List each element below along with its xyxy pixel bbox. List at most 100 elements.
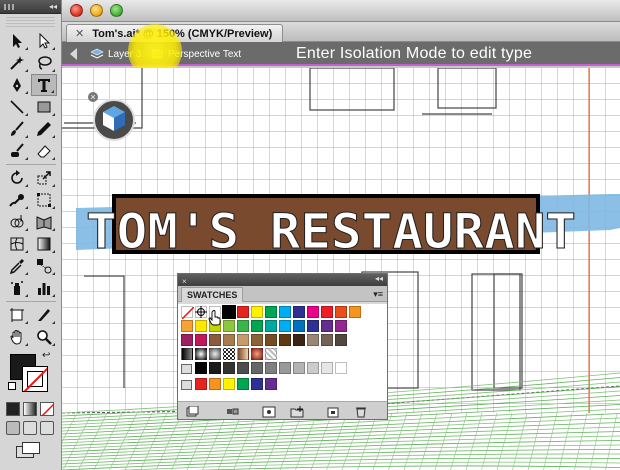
window-titlebar[interactable] <box>62 0 620 22</box>
color-swatch[interactable] <box>223 334 235 346</box>
group-swatch[interactable] <box>223 378 235 390</box>
minimize-window-button[interactable] <box>90 4 103 17</box>
color-swatch[interactable] <box>251 334 263 346</box>
registration-swatch[interactable] <box>195 306 207 318</box>
draw-behind-button[interactable] <box>23 421 37 435</box>
pencil-tool[interactable] <box>31 118 57 140</box>
color-swatch[interactable] <box>307 306 319 318</box>
gray-swatch[interactable] <box>223 362 235 374</box>
column-graph-tool[interactable] <box>31 277 57 299</box>
color-swatch[interactable] <box>279 306 291 318</box>
stroke-swatch[interactable] <box>22 366 48 392</box>
swatch-options-button[interactable] <box>262 405 276 418</box>
gray-swatch[interactable] <box>293 362 305 374</box>
delete-swatch-button[interactable] <box>354 405 368 418</box>
color-swatch[interactable] <box>222 305 236 319</box>
color-swatch[interactable] <box>307 320 319 332</box>
swatches-panel-header[interactable]: ◂◂ × <box>178 274 387 286</box>
swatches-tab[interactable]: SWATCHES <box>181 287 244 302</box>
default-fill-stroke-icon[interactable] <box>8 382 16 390</box>
plane-switching-widget[interactable]: × <box>88 92 138 144</box>
fill-stroke-widget[interactable]: ↩ <box>8 350 54 392</box>
group-swatch[interactable] <box>209 378 221 390</box>
gray-swatch[interactable] <box>195 362 207 374</box>
color-swatch[interactable] <box>321 334 333 346</box>
swap-fill-stroke-icon[interactable]: ↩ <box>42 350 50 361</box>
color-swatch[interactable] <box>335 334 347 346</box>
gradient-swatch[interactable] <box>195 348 207 360</box>
gradient-button[interactable] <box>23 402 37 416</box>
tools-panel-grip[interactable] <box>6 15 55 27</box>
lasso-tool[interactable] <box>31 52 57 74</box>
rectangle-tool[interactable] <box>31 96 57 118</box>
color-swatch[interactable] <box>293 334 305 346</box>
group-swatch[interactable] <box>251 378 263 390</box>
pen-tool[interactable] <box>4 74 30 96</box>
slice-tool[interactable] <box>31 304 57 326</box>
color-swatch[interactable] <box>335 320 347 332</box>
gradient-swatch[interactable] <box>251 348 263 360</box>
color-swatch[interactable] <box>251 306 263 318</box>
screen-mode-button[interactable] <box>16 442 42 460</box>
free-transform-tool[interactable] <box>31 189 57 211</box>
color-swatch[interactable] <box>265 334 277 346</box>
color-button[interactable] <box>6 402 20 416</box>
zoom-window-button[interactable] <box>110 4 123 17</box>
color-swatch[interactable] <box>349 306 361 318</box>
color-swatch[interactable] <box>237 306 249 318</box>
color-swatch[interactable] <box>195 320 207 332</box>
color-swatch[interactable] <box>237 334 249 346</box>
hand-tool[interactable] <box>4 326 30 348</box>
gray-swatch[interactable] <box>321 362 333 374</box>
color-swatch[interactable] <box>181 320 193 332</box>
warp-tool[interactable] <box>4 189 30 211</box>
color-swatch[interactable] <box>279 334 291 346</box>
magic-wand-tool[interactable] <box>4 52 30 74</box>
new-swatch-button[interactable] <box>326 405 340 418</box>
color-group-folder-icon[interactable] <box>181 380 192 390</box>
close-icon[interactable]: ✕ <box>75 27 84 40</box>
group-swatch[interactable] <box>195 378 207 390</box>
panel-menu-icon[interactable]: ▾≡ <box>373 289 383 300</box>
new-color-group-button[interactable] <box>290 405 304 418</box>
none-button[interactable] <box>40 402 54 416</box>
gray-swatch[interactable] <box>237 362 249 374</box>
color-swatch[interactable] <box>293 306 305 318</box>
symbol-sprayer-tool[interactable] <box>4 277 30 299</box>
color-swatch[interactable] <box>279 320 291 332</box>
color-swatch[interactable] <box>321 306 333 318</box>
close-window-button[interactable] <box>70 4 83 17</box>
show-swatch-kinds-button[interactable] <box>226 405 240 417</box>
paintbrush-tool[interactable] <box>4 118 30 140</box>
group-swatch[interactable] <box>265 378 277 390</box>
type-tool[interactable] <box>31 74 57 96</box>
gray-swatch[interactable] <box>265 362 277 374</box>
color-swatch[interactable] <box>223 320 235 332</box>
artboard-tool[interactable] <box>4 304 30 326</box>
zoom-tool[interactable] <box>31 326 57 348</box>
draw-normal-button[interactable] <box>6 421 20 435</box>
blend-tool[interactable] <box>31 255 57 277</box>
gradient-swatch[interactable] <box>223 348 235 360</box>
gradient-tool[interactable] <box>31 233 57 255</box>
color-swatch[interactable] <box>265 320 277 332</box>
color-swatch[interactable] <box>293 320 305 332</box>
perspective-grid-tool[interactable] <box>31 211 57 233</box>
mesh-tool[interactable] <box>4 233 30 255</box>
scale-tool[interactable] <box>31 167 57 189</box>
color-swatch[interactable] <box>237 320 249 332</box>
gray-swatch[interactable] <box>279 362 291 374</box>
gradient-swatch[interactable] <box>209 348 221 360</box>
plane-widget-close-icon[interactable]: × <box>88 92 98 102</box>
draw-inside-button[interactable] <box>40 421 54 435</box>
selection-tool[interactable] <box>4 30 30 52</box>
color-swatch[interactable] <box>251 320 263 332</box>
color-swatch[interactable] <box>181 334 193 346</box>
gradient-swatch[interactable] <box>181 348 193 360</box>
color-group-folder-icon[interactable] <box>181 364 192 374</box>
panel-close-icon[interactable]: × <box>182 277 187 286</box>
gray-swatch[interactable] <box>209 362 221 374</box>
color-swatch[interactable] <box>209 334 221 346</box>
color-swatch[interactable] <box>265 306 277 318</box>
line-segment-tool[interactable] <box>4 96 30 118</box>
